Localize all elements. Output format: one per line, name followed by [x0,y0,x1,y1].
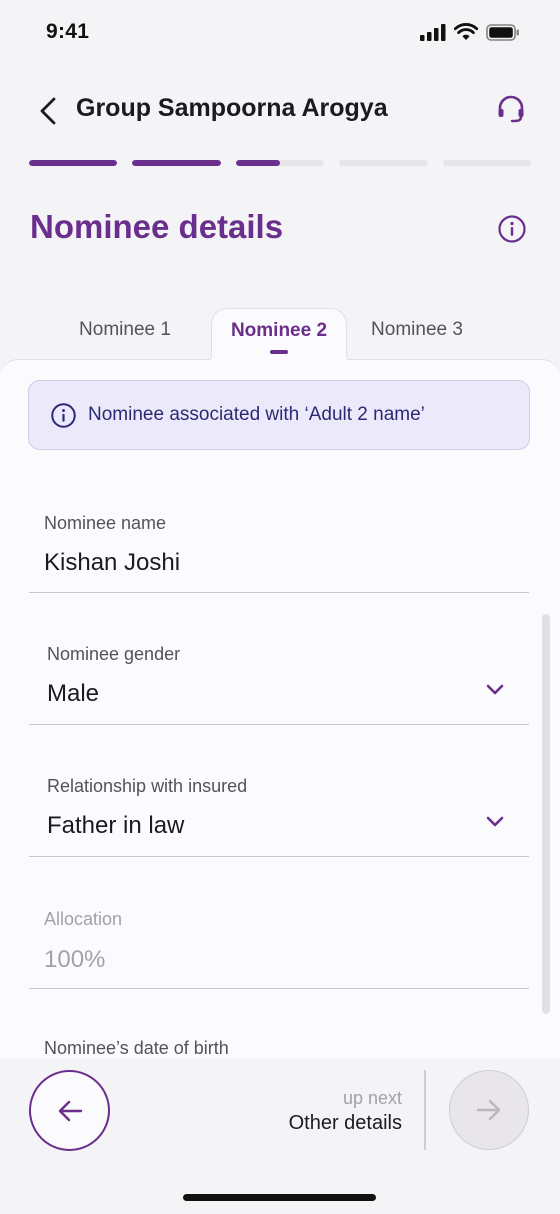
progress-fill [235,160,281,166]
tab-label: Nominee 2 [230,320,328,341]
scrollbar[interactable] [542,614,550,1014]
progress-segment [132,160,221,166]
tab-join [211,358,347,361]
previous-step-button[interactable] [29,1070,110,1151]
progress-fill [29,160,118,166]
field-value: Father in law [47,812,185,839]
field-value: Kishan Joshi [44,549,181,576]
tab-nominee-1[interactable]: Nominee 1 [48,308,202,360]
up-next-value: Other details [288,1112,402,1134]
info-button[interactable] [497,214,527,244]
status-bar: 9:41 [0,0,560,64]
nominee-association-banner: Nominee associated with ‘Adult 2 name’ [28,380,530,450]
signal-icon [420,23,446,41]
tab-nominee-3[interactable]: Nominee 3 [356,308,478,360]
back-button[interactable] [34,94,62,128]
progress-segment [442,160,532,166]
field-label: Nominee name [44,513,167,533]
chevron-down-icon [486,684,504,695]
bottom-navigation: up next Other details [0,1058,560,1214]
up-next: up next Other details [289,1088,402,1135]
tab-nominee-2[interactable]: Nominee 2 [211,308,347,360]
headset-icon [498,95,524,123]
wifi-icon [454,23,478,40]
arrow-right-icon [476,1099,501,1121]
banner-text: Nominee associated with ‘Adult 2 name’ [88,404,425,425]
nominee-name-field[interactable]: Nominee name Kishan Joshi [29,505,529,593]
progress-fill [132,160,221,166]
progress-segment [339,160,428,166]
support-button[interactable] [494,92,528,126]
progress-stepper [29,160,532,166]
arrow-left-icon [58,1100,82,1121]
field-value: 100% [44,946,106,973]
battery-icon [486,23,519,41]
dob-field-label: Nominee’s date of birth [44,1038,229,1058]
home-indicator [183,1194,376,1201]
tab-label: Nominee 3 [371,319,463,340]
section-title: Nominee details [30,208,284,245]
field-label: Relationship with insured [47,776,248,796]
field-label: Allocation [44,909,123,929]
progress-segment [235,160,325,166]
progress-segment [29,160,118,166]
nominee-tabs: Nominee 1 Nominee 2 Nominee 3 [0,308,560,360]
allocation-field: Allocation 100% [29,900,529,989]
app-header: Group Sampoorna Arogya [0,78,560,142]
relationship-select[interactable]: Relationship with insured Father in law [29,768,529,857]
page-title: Group Sampoorna Arogya [76,94,388,122]
tab-label: Nominee 1 [79,319,171,340]
nominee-gender-select[interactable]: Nominee gender Male [29,636,529,725]
status-icons [420,23,520,41]
status-time: 9:41 [46,20,90,43]
tab-active-indicator [270,350,288,354]
chevron-down-icon [486,816,504,827]
footer-divider [424,1070,426,1150]
info-icon [498,215,526,243]
field-value: Male [47,680,100,707]
chevron-left-icon [40,97,56,125]
next-step-button[interactable] [449,1070,529,1150]
field-label: Nominee gender [47,644,181,664]
up-next-label: up next [342,1088,402,1108]
info-icon [51,402,76,428]
